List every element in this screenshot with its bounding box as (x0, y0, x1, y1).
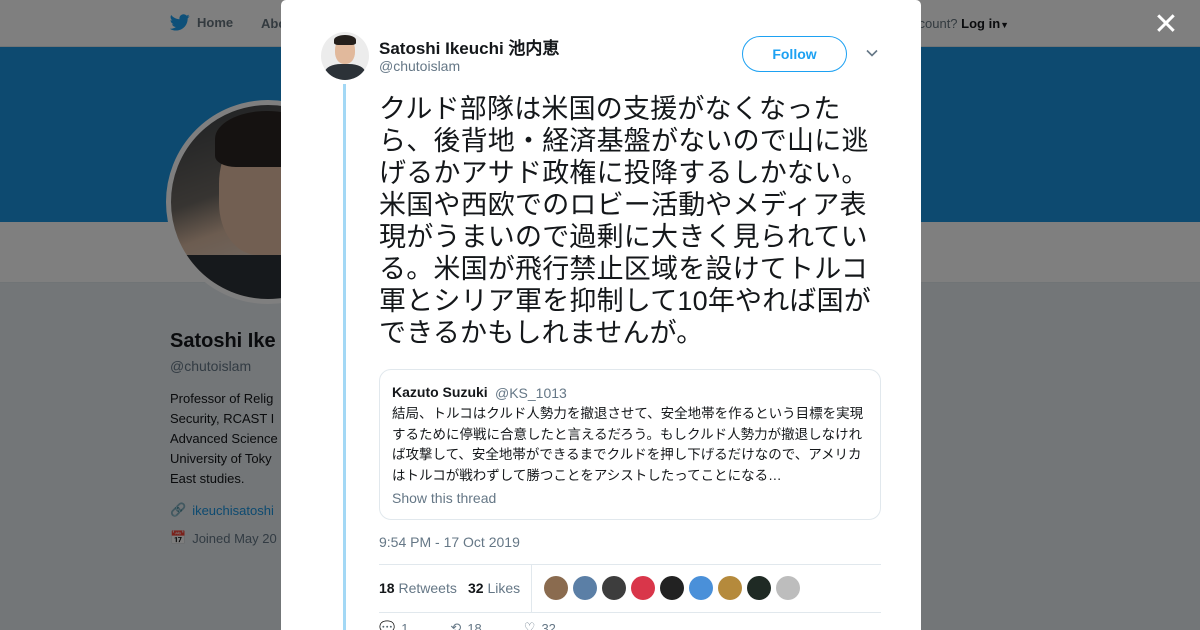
liker-avatar[interactable] (573, 576, 597, 600)
quote-text: 結局、トルコはクルド人勢力を撤退させて、安全地帯を作るという目標を実現するために… (392, 406, 864, 483)
retweets-label: Retweets (398, 580, 457, 596)
liker-avatar[interactable] (718, 576, 742, 600)
retweets-count: 18 (379, 580, 395, 596)
reply-action[interactable]: 💬 1 (379, 620, 408, 630)
retweet-icon: ⟲ (450, 620, 462, 630)
retweet-count: 18 (467, 620, 482, 630)
liker-avatar[interactable] (660, 576, 684, 600)
reply-count: 1 (401, 620, 409, 630)
like-count: 32 (541, 620, 556, 630)
chevron-down-icon[interactable] (865, 46, 879, 60)
author-avatar[interactable] (321, 32, 369, 80)
heart-icon: ♡ (523, 620, 536, 630)
tweet-stats: 18 Retweets 32 Likes (379, 564, 881, 613)
show-thread-link[interactable]: Show this thread (392, 490, 496, 506)
reply-icon: 💬 (379, 620, 396, 630)
liker-avatar[interactable] (689, 576, 713, 600)
stats-divider (531, 565, 532, 612)
liker-avatars (544, 576, 800, 600)
quote-author-handle: @KS_1013 (495, 385, 567, 401)
likes-stat[interactable]: 32 Likes (468, 580, 520, 596)
liker-avatar[interactable] (544, 576, 568, 600)
liker-avatar[interactable] (747, 576, 771, 600)
quoted-tweet[interactable]: Kazuto Suzuki @KS_1013 結局、トルコはクルド人勢力を撤退さ… (379, 369, 881, 520)
retweets-stat[interactable]: 18 Retweets (379, 580, 457, 596)
tweet-text: クルド部隊は米国の支援がなくなったら、後背地・経済基盤がないので山に逃げるかアサ… (379, 94, 872, 348)
like-action[interactable]: ♡ 32 (524, 620, 556, 630)
likes-label: Likes (487, 580, 521, 596)
liker-avatar[interactable] (776, 576, 800, 600)
tweet-timestamp[interactable]: 9:54 PM - 17 Oct 2019 (379, 534, 520, 550)
author-name[interactable]: Satoshi Ikeuchi 池内恵 (379, 34, 559, 59)
quote-author-name: Kazuto Suzuki (392, 384, 488, 400)
liker-avatar[interactable] (602, 576, 626, 600)
tweet-actions: 💬 1 ⟲ 18 ♡ 32 (379, 620, 556, 630)
follow-button[interactable]: Follow (742, 36, 847, 72)
author-handle[interactable]: @chutoislam (379, 58, 460, 74)
thread-line (343, 84, 346, 630)
close-icon[interactable]: ✕ (1152, 10, 1180, 40)
liker-avatar[interactable] (631, 576, 655, 600)
tweet-modal: Satoshi Ikeuchi 池内恵 @chutoislam Follow ク… (281, 0, 921, 630)
retweet-action[interactable]: ⟲ 18 (450, 620, 481, 630)
likes-count: 32 (468, 580, 484, 596)
